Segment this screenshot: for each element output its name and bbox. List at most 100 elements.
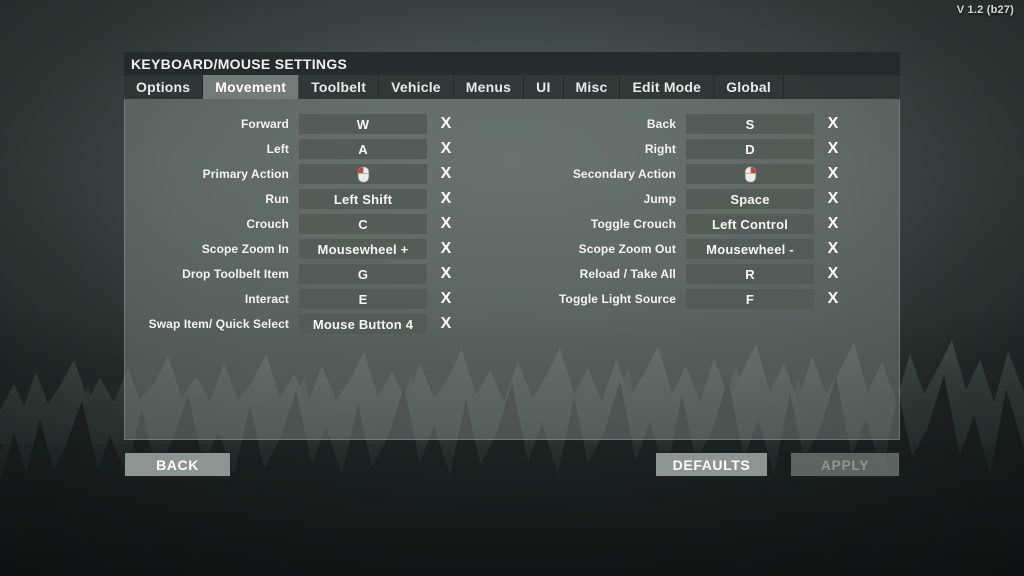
key-binding-row: Toggle Crouch Left Control X [512,213,899,235]
tab-options[interactable]: Options [124,75,204,99]
key-binding-field[interactable] [686,164,814,184]
key-binding-row: Forward W X [125,113,512,135]
tab-global[interactable]: Global [714,75,784,99]
clear-binding-icon[interactable]: X [814,191,852,207]
clear-binding-icon[interactable]: X [427,216,465,232]
mouse-right-button-icon [744,165,757,183]
key-binding-columns: Forward W X Left A X Primary Action X Run Left Sh… [125,113,899,335]
defaults-button[interactable]: DEFAULTS [655,452,768,477]
key-binding-value: D [745,141,755,157]
clear-binding-icon[interactable]: X [814,141,852,157]
back-button[interactable]: BACK [124,452,231,477]
key-binding-field[interactable]: Mousewheel - [686,239,814,259]
tab-label: Edit Mode [632,79,702,95]
keyboard-mouse-settings-panel: KEYBOARD/MOUSE SETTINGS Options Movement T… [124,52,900,440]
key-binding-field[interactable]: A [299,139,427,159]
key-binding-field[interactable]: Space [686,189,814,209]
key-binding-row: Right D X [512,138,899,160]
key-binding-value: W [356,116,370,132]
clear-binding-icon[interactable]: X [427,316,465,332]
key-binding-value: C [358,216,368,232]
key-binding-field[interactable]: Mousewheel + [299,239,427,259]
key-binding-field[interactable]: D [686,139,814,159]
mouse-left-button-icon [357,165,370,183]
settings-tab-bar: Options Movement Toolbelt Vehicle Menus UI Mis… [124,75,900,99]
key-binding-field[interactable]: W [299,114,427,134]
key-binding-column-right: Back S X Right D X Secondary Action X Jump Space X… [512,113,899,335]
key-binding-label: Crouch [246,217,289,231]
tab-movement[interactable]: Movement [203,75,300,99]
key-binding-field[interactable]: Mouse Button 4 [299,314,427,334]
key-binding-row: Secondary Action X [512,163,899,185]
clear-binding-icon[interactable]: X [814,216,852,232]
key-binding-field[interactable]: R [686,264,814,284]
panel-body: Forward W X Left A X Primary Action X Run Left Sh… [124,99,900,440]
clear-binding-icon[interactable]: X [427,241,465,257]
tab-toolbelt[interactable]: Toolbelt [299,75,380,99]
key-binding-field[interactable]: F [686,289,814,309]
key-binding-value: Mousewheel + [317,241,409,257]
key-binding-label: Drop Toolbelt Item [182,267,289,281]
key-binding-label: Reload / Take All [579,267,676,281]
tab-edit-mode[interactable]: Edit Mode [620,75,715,99]
key-binding-value: A [358,141,368,157]
version-label: V 1.2 (b27) [956,4,1014,16]
back-button-label: BACK [156,456,199,473]
tab-label: Movement [215,79,287,95]
tab-bar-filler [784,75,900,99]
clear-binding-icon[interactable]: X [814,116,852,132]
key-binding-row: Swap Item/ Quick Select Mouse Button 4 X [125,313,512,335]
clear-binding-icon[interactable]: X [427,141,465,157]
key-binding-field[interactable]: G [299,264,427,284]
tab-label: Vehicle [391,79,441,95]
clear-binding-icon[interactable]: X [427,191,465,207]
key-binding-row: Interact E X [125,288,512,310]
clear-binding-icon[interactable]: X [427,166,465,182]
key-binding-label: Swap Item/ Quick Select [148,317,289,331]
key-binding-row: Reload / Take All R X [512,263,899,285]
panel-titlebar: KEYBOARD/MOUSE SETTINGS [124,52,900,75]
tab-vehicle[interactable]: Vehicle [379,75,454,99]
key-binding-row: Scope Zoom Out Mousewheel - X [512,238,899,260]
tab-ui[interactable]: UI [524,75,564,99]
tab-label: Misc [575,79,608,95]
clear-binding-icon[interactable]: X [427,291,465,307]
key-binding-row: Toggle Light Source F X [512,288,899,310]
key-binding-field[interactable]: E [299,289,427,309]
clear-binding-icon[interactable]: X [814,241,852,257]
key-binding-label: Toggle Light Source [558,292,676,306]
clear-binding-icon[interactable]: X [427,266,465,282]
key-binding-row: Scope Zoom In Mousewheel + X [125,238,512,260]
key-binding-field[interactable]: S [686,114,814,134]
key-binding-label: Secondary Action [572,167,676,181]
clear-binding-icon[interactable]: X [427,116,465,132]
key-binding-label: Interact [244,292,289,306]
key-binding-value: Mouse Button 4 [312,316,414,332]
key-binding-column-left: Forward W X Left A X Primary Action X Run Left Sh… [125,113,512,335]
tab-label: UI [536,79,551,95]
key-binding-label: Forward [240,117,289,131]
clear-binding-icon[interactable]: X [814,291,852,307]
tab-menus[interactable]: Menus [454,75,525,99]
key-binding-label: Scope Zoom Out [578,242,676,256]
key-binding-row: Drop Toolbelt Item G X [125,263,512,285]
tab-misc[interactable]: Misc [564,75,621,99]
key-binding-value: Left Shift [333,191,393,207]
tab-label: Global [726,79,771,95]
key-binding-row: Jump Space X [512,188,899,210]
key-binding-label: Toggle Crouch [590,217,676,231]
key-binding-value: R [745,266,755,282]
key-binding-field[interactable]: C [299,214,427,234]
apply-button[interactable]: APPLY [790,452,900,477]
clear-binding-icon[interactable]: X [814,166,852,182]
tab-label: Toolbelt [311,79,367,95]
page-title: KEYBOARD/MOUSE SETTINGS [131,55,348,72]
key-binding-label: Left [266,142,289,156]
key-binding-value: E [358,291,368,307]
key-binding-value: Left Control [711,216,789,232]
key-binding-field[interactable] [299,164,427,184]
key-binding-field[interactable]: Left Shift [299,189,427,209]
key-binding-row: Back S X [512,113,899,135]
clear-binding-icon[interactable]: X [814,266,852,282]
key-binding-field[interactable]: Left Control [686,214,814,234]
